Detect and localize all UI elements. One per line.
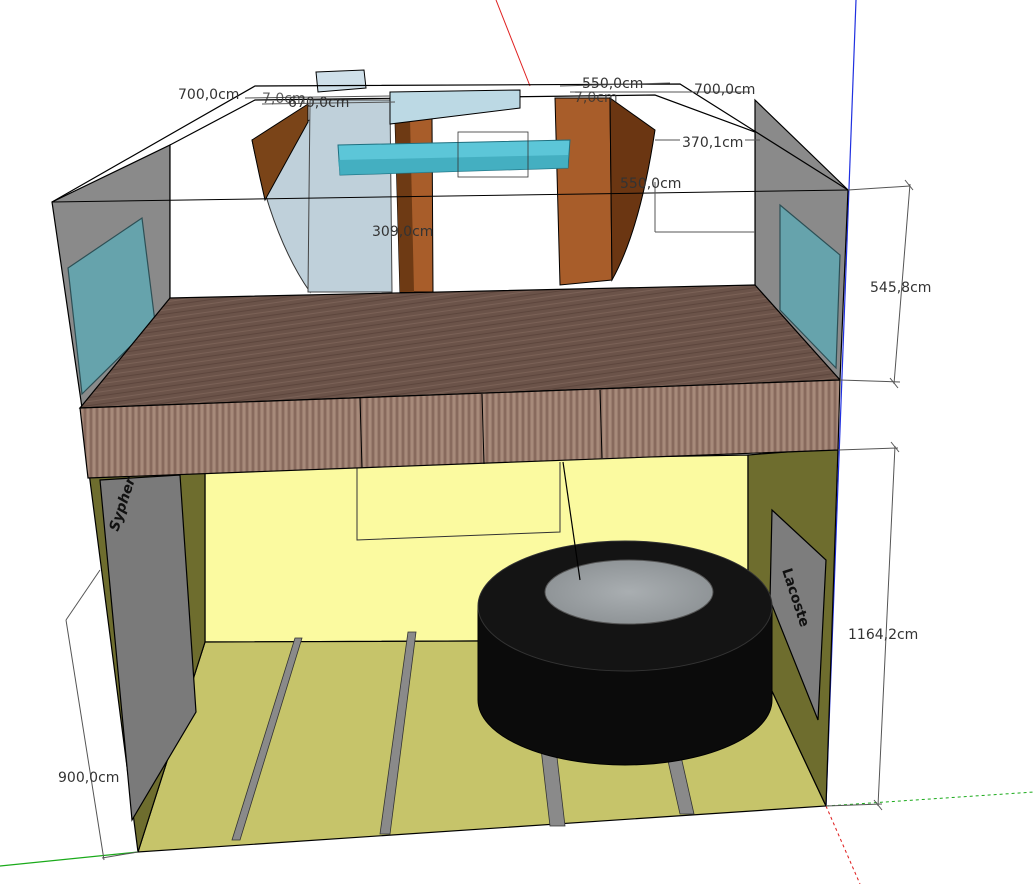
red-axis-line-bottom xyxy=(825,805,861,885)
display-glass-back xyxy=(307,99,393,293)
curved-display-right[interactable] xyxy=(554,97,613,286)
dim-label-top-right[interactable]: 700,0cm xyxy=(694,82,755,98)
red-axis-line xyxy=(495,0,531,87)
green-axis-line-right xyxy=(825,791,1034,807)
back-wall-upper[interactable] xyxy=(169,94,756,301)
green-axis-line xyxy=(0,851,139,867)
dim-label-upper-height[interactable]: 545,8cm xyxy=(870,280,931,296)
viewport[interactable]: Sypher Lacoste 700,0cm 7,0cm 670,0cm 550… xyxy=(0,0,1034,885)
dim-label-top-offset-b[interactable]: 7,0cm xyxy=(574,90,618,106)
dim-label-top-inner[interactable]: 670,0cm xyxy=(288,95,349,111)
dim-label-lower-height[interactable]: 1164,2cm xyxy=(848,627,918,643)
turntable-top-disc xyxy=(544,559,714,625)
dim-label-top-left[interactable]: 700,0cm xyxy=(178,87,239,103)
3d-model-scene[interactable]: Sypher Lacoste 700,0cm 7,0cm 670,0cm 550… xyxy=(0,0,1034,885)
dim-label-left-depth[interactable]: 900,0cm xyxy=(58,770,119,786)
dim-label-right-depth[interactable]: 370,1cm xyxy=(682,135,743,151)
roof-unit[interactable] xyxy=(315,69,367,93)
dim-label-center-height[interactable]: 309,0cm xyxy=(372,224,433,240)
dim-label-center-span[interactable]: 550,0cm xyxy=(620,176,681,192)
